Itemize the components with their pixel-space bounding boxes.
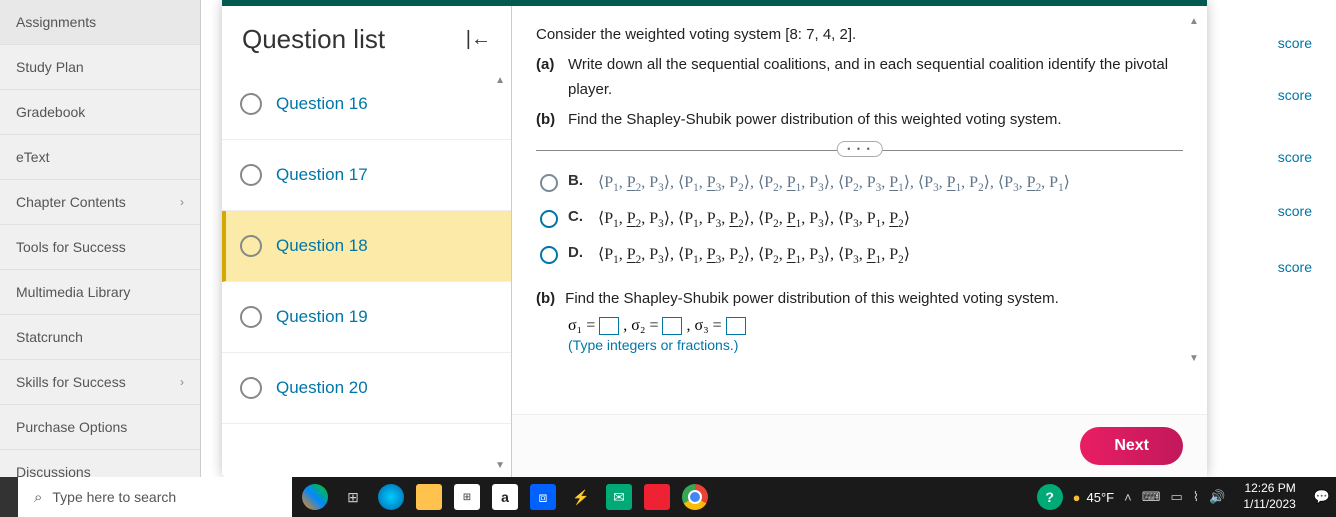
question-item-16[interactable]: Question 16 xyxy=(222,69,511,140)
status-circle-icon xyxy=(240,164,262,186)
dropbox-icon[interactable]: ⧈ xyxy=(530,484,556,510)
input-hint: (Type integers or fractions.) xyxy=(536,337,1183,353)
score-column: score score score score score xyxy=(1212,0,1332,274)
weather-icon: ● xyxy=(1073,490,1081,505)
ellipsis-icon[interactable]: • • • xyxy=(836,141,882,157)
question-item-17[interactable]: Question 17 xyxy=(222,140,511,211)
question-intro: Consider the weighted voting system [8: … xyxy=(536,22,1183,48)
score-link[interactable]: score xyxy=(1212,36,1332,50)
scroll-up-icon[interactable]: ▲ xyxy=(495,75,505,86)
score-link[interactable]: score xyxy=(1212,88,1332,102)
wifi-icon[interactable]: ⌇ xyxy=(1193,489,1199,505)
part-b2-label: (b) xyxy=(536,290,555,307)
start-button[interactable] xyxy=(0,477,18,517)
choice-d[interactable]: D. ⟨P1, P2, P3⟩, ⟨P1, P3, P2⟩, ⟨P2, P1, … xyxy=(540,237,1183,273)
sidebar-item-etext[interactable]: eText xyxy=(0,135,200,180)
sigma3-input[interactable] xyxy=(726,317,746,335)
course-sidebar: Assignments Study Plan Gradebook eText C… xyxy=(0,0,201,477)
volume-icon[interactable]: 🔊 xyxy=(1209,489,1225,505)
sidebar-item-multimedia[interactable]: Multimedia Library xyxy=(0,270,200,315)
content-scroll-up-icon[interactable]: ▲ xyxy=(1189,16,1199,27)
sigma-inputs: σ₁ = , σ₂ = , σ₃ = xyxy=(536,317,1183,335)
status-circle-icon xyxy=(240,377,262,399)
status-circle-icon xyxy=(240,93,262,115)
question-item-19[interactable]: Question 19 xyxy=(222,282,511,353)
sidebar-item-assignments[interactable]: Assignments xyxy=(0,0,200,45)
sigma2-input[interactable] xyxy=(662,317,682,335)
collapse-panel-icon[interactable]: |← xyxy=(466,28,491,51)
score-link[interactable]: score xyxy=(1212,260,1332,274)
answer-choices: B. ⟨P1, P2, P3⟩, ⟨P1, P3, P2⟩, ⟨P2, P1, … xyxy=(536,165,1183,274)
sidebar-item-chapter-contents[interactable]: Chapter Contents› xyxy=(0,180,200,225)
sidebar-item-gradebook[interactable]: Gradebook xyxy=(0,90,200,135)
notifications-icon[interactable]: 💬 xyxy=(1314,489,1330,505)
sidebar-item-purchase[interactable]: Purchase Options xyxy=(0,405,200,450)
edge-icon[interactable] xyxy=(378,484,404,510)
tray-expand-icon[interactable]: ˄ xyxy=(1124,490,1132,505)
chevron-right-icon: › xyxy=(180,375,184,389)
content-scroll-down-icon[interactable]: ▼ xyxy=(1189,353,1199,364)
store-icon[interactable]: ⊞ xyxy=(454,484,480,510)
radio-icon[interactable] xyxy=(540,246,558,264)
radio-icon[interactable] xyxy=(540,210,558,228)
app-icon[interactable]: ⚡ xyxy=(568,484,594,510)
question-modal: Question list |← ▲ Question 16 Question … xyxy=(222,0,1207,477)
status-circle-icon xyxy=(240,235,262,257)
task-view-icon[interactable]: ⊞ xyxy=(340,484,366,510)
part-b-text: Find the Shapley-Shubik power distributi… xyxy=(568,107,1062,133)
office-icon[interactable] xyxy=(644,484,670,510)
keyboard-icon[interactable]: ⌨ xyxy=(1142,489,1161,505)
taskbar-search[interactable]: ⌕ Type here to search xyxy=(18,477,292,517)
windows-taskbar: ⌕ Type here to search ⊞ ⊞ a ⧈ ⚡ ✉ ? ● 45… xyxy=(0,477,1336,517)
amazon-icon[interactable]: a xyxy=(492,484,518,510)
next-button[interactable]: Next xyxy=(1080,427,1183,465)
file-explorer-icon[interactable] xyxy=(416,484,442,510)
sidebar-item-study-plan[interactable]: Study Plan xyxy=(0,45,200,90)
part-b-label: (b) xyxy=(536,107,558,133)
sidebar-item-tools[interactable]: Tools for Success xyxy=(0,225,200,270)
section-divider: • • • xyxy=(536,150,1183,151)
choice-b[interactable]: B. ⟨P1, P2, P3⟩, ⟨P1, P3, P2⟩, ⟨P2, P1, … xyxy=(540,165,1183,201)
choice-c[interactable]: C. ⟨P1, P2, P3⟩, ⟨P1, P3, P2⟩, ⟨P2, P1, … xyxy=(540,201,1183,237)
weather-widget[interactable]: ● 45°F xyxy=(1073,490,1114,505)
chevron-right-icon: › xyxy=(180,195,184,209)
search-icon: ⌕ xyxy=(34,489,42,506)
question-content-panel: Consider the weighted voting system [8: … xyxy=(512,6,1207,477)
sidebar-item-skills[interactable]: Skills for Success› xyxy=(0,360,200,405)
part-a-label: (a) xyxy=(536,52,558,103)
sidebar-item-statcrunch[interactable]: Statcrunch xyxy=(0,315,200,360)
taskbar-clock[interactable]: 12:26 PM 1/11/2023 xyxy=(1235,481,1304,512)
sigma1-input[interactable] xyxy=(599,317,619,335)
radio-icon[interactable] xyxy=(540,174,558,192)
score-link[interactable]: score xyxy=(1212,150,1332,164)
battery-icon[interactable]: ▭ xyxy=(1170,489,1182,505)
status-circle-icon xyxy=(240,306,262,328)
help-icon[interactable]: ? xyxy=(1037,484,1063,510)
question-list-panel: Question list |← ▲ Question 16 Question … xyxy=(222,6,512,477)
mail-icon[interactable]: ✉ xyxy=(606,484,632,510)
part-b2-text: Find the Shapley-Shubik power distributi… xyxy=(565,290,1059,307)
score-link[interactable]: score xyxy=(1212,204,1332,218)
question-item-20[interactable]: Question 20 xyxy=(222,353,511,424)
chrome-icon[interactable] xyxy=(682,484,708,510)
question-item-18[interactable]: Question 18 xyxy=(222,211,511,282)
scroll-down-icon[interactable]: ▼ xyxy=(495,460,505,471)
question-list-title: Question list xyxy=(242,24,385,55)
taskbar-app-icon[interactable] xyxy=(302,484,328,510)
search-placeholder: Type here to search xyxy=(52,489,176,505)
part-a-text: Write down all the sequential coalitions… xyxy=(568,52,1183,103)
